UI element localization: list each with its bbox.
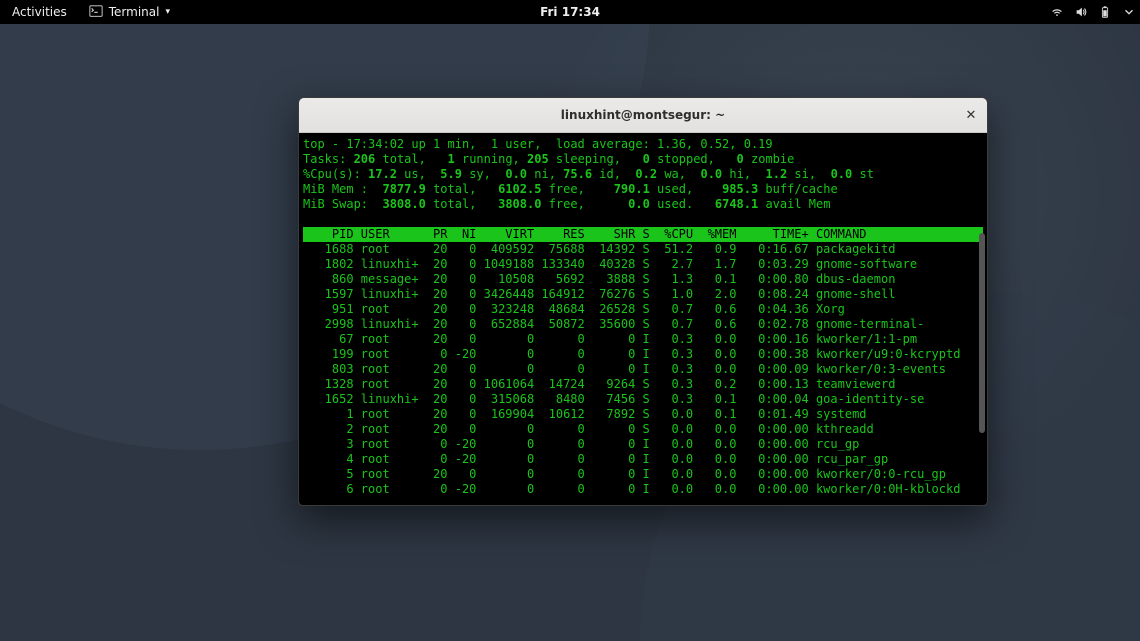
window-title: linuxhint@montsegur: ~ — [299, 108, 987, 122]
app-menu-label: Terminal — [109, 5, 160, 19]
tasks-running: 1 — [448, 152, 455, 166]
tasks-sleeping: 205 — [527, 152, 549, 166]
terminal-scrollbar[interactable] — [979, 233, 985, 433]
wifi-icon[interactable] — [1050, 5, 1064, 19]
top-uptime: up 1 min, 1 user, load average: — [404, 137, 657, 151]
volume-icon[interactable] — [1074, 5, 1088, 19]
top-prefix: top - — [303, 137, 346, 151]
process-list: 1688 root 20 0 409592 75688 14392 S 51.2… — [303, 242, 960, 496]
close-icon: ✕ — [966, 108, 977, 123]
clock[interactable]: Fri 17:34 — [532, 3, 608, 21]
swap-label: MiB Swap: — [303, 197, 382, 211]
cpu-label: %Cpu(s): — [303, 167, 368, 181]
tasks-total: 206 — [354, 152, 376, 166]
terminal-window: linuxhint@montsegur: ~ ✕ top - 17:34:02 … — [298, 97, 988, 506]
system-menu-arrow-icon[interactable] — [1122, 5, 1136, 19]
tasks-zombie: 0 — [737, 152, 744, 166]
mem-label: MiB Mem : — [303, 182, 382, 196]
process-header-row: PID USER PR NI VIRT RES SHR S %CPU %MEM … — [303, 227, 983, 242]
dropdown-arrow-icon: ▾ — [165, 7, 170, 17]
activities-button[interactable]: Activities — [4, 3, 75, 21]
top-time: 17:34:02 — [346, 137, 404, 151]
tasks-label: Tasks: — [303, 152, 354, 166]
app-menu-terminal[interactable]: Terminal ▾ — [81, 2, 178, 23]
tasks-stopped: 0 — [643, 152, 650, 166]
gnome-top-bar: Activities Terminal ▾ Fri 17:34 — [0, 0, 1140, 24]
battery-icon[interactable] — [1098, 5, 1112, 19]
terminal-icon — [89, 4, 103, 21]
titlebar[interactable]: linuxhint@montsegur: ~ ✕ — [299, 98, 987, 133]
terminal-content[interactable]: top - 17:34:02 up 1 min, 1 user, load av… — [299, 133, 987, 505]
close-button[interactable]: ✕ — [961, 105, 981, 125]
top-load: 1.36, 0.52, 0.19 — [657, 137, 773, 151]
